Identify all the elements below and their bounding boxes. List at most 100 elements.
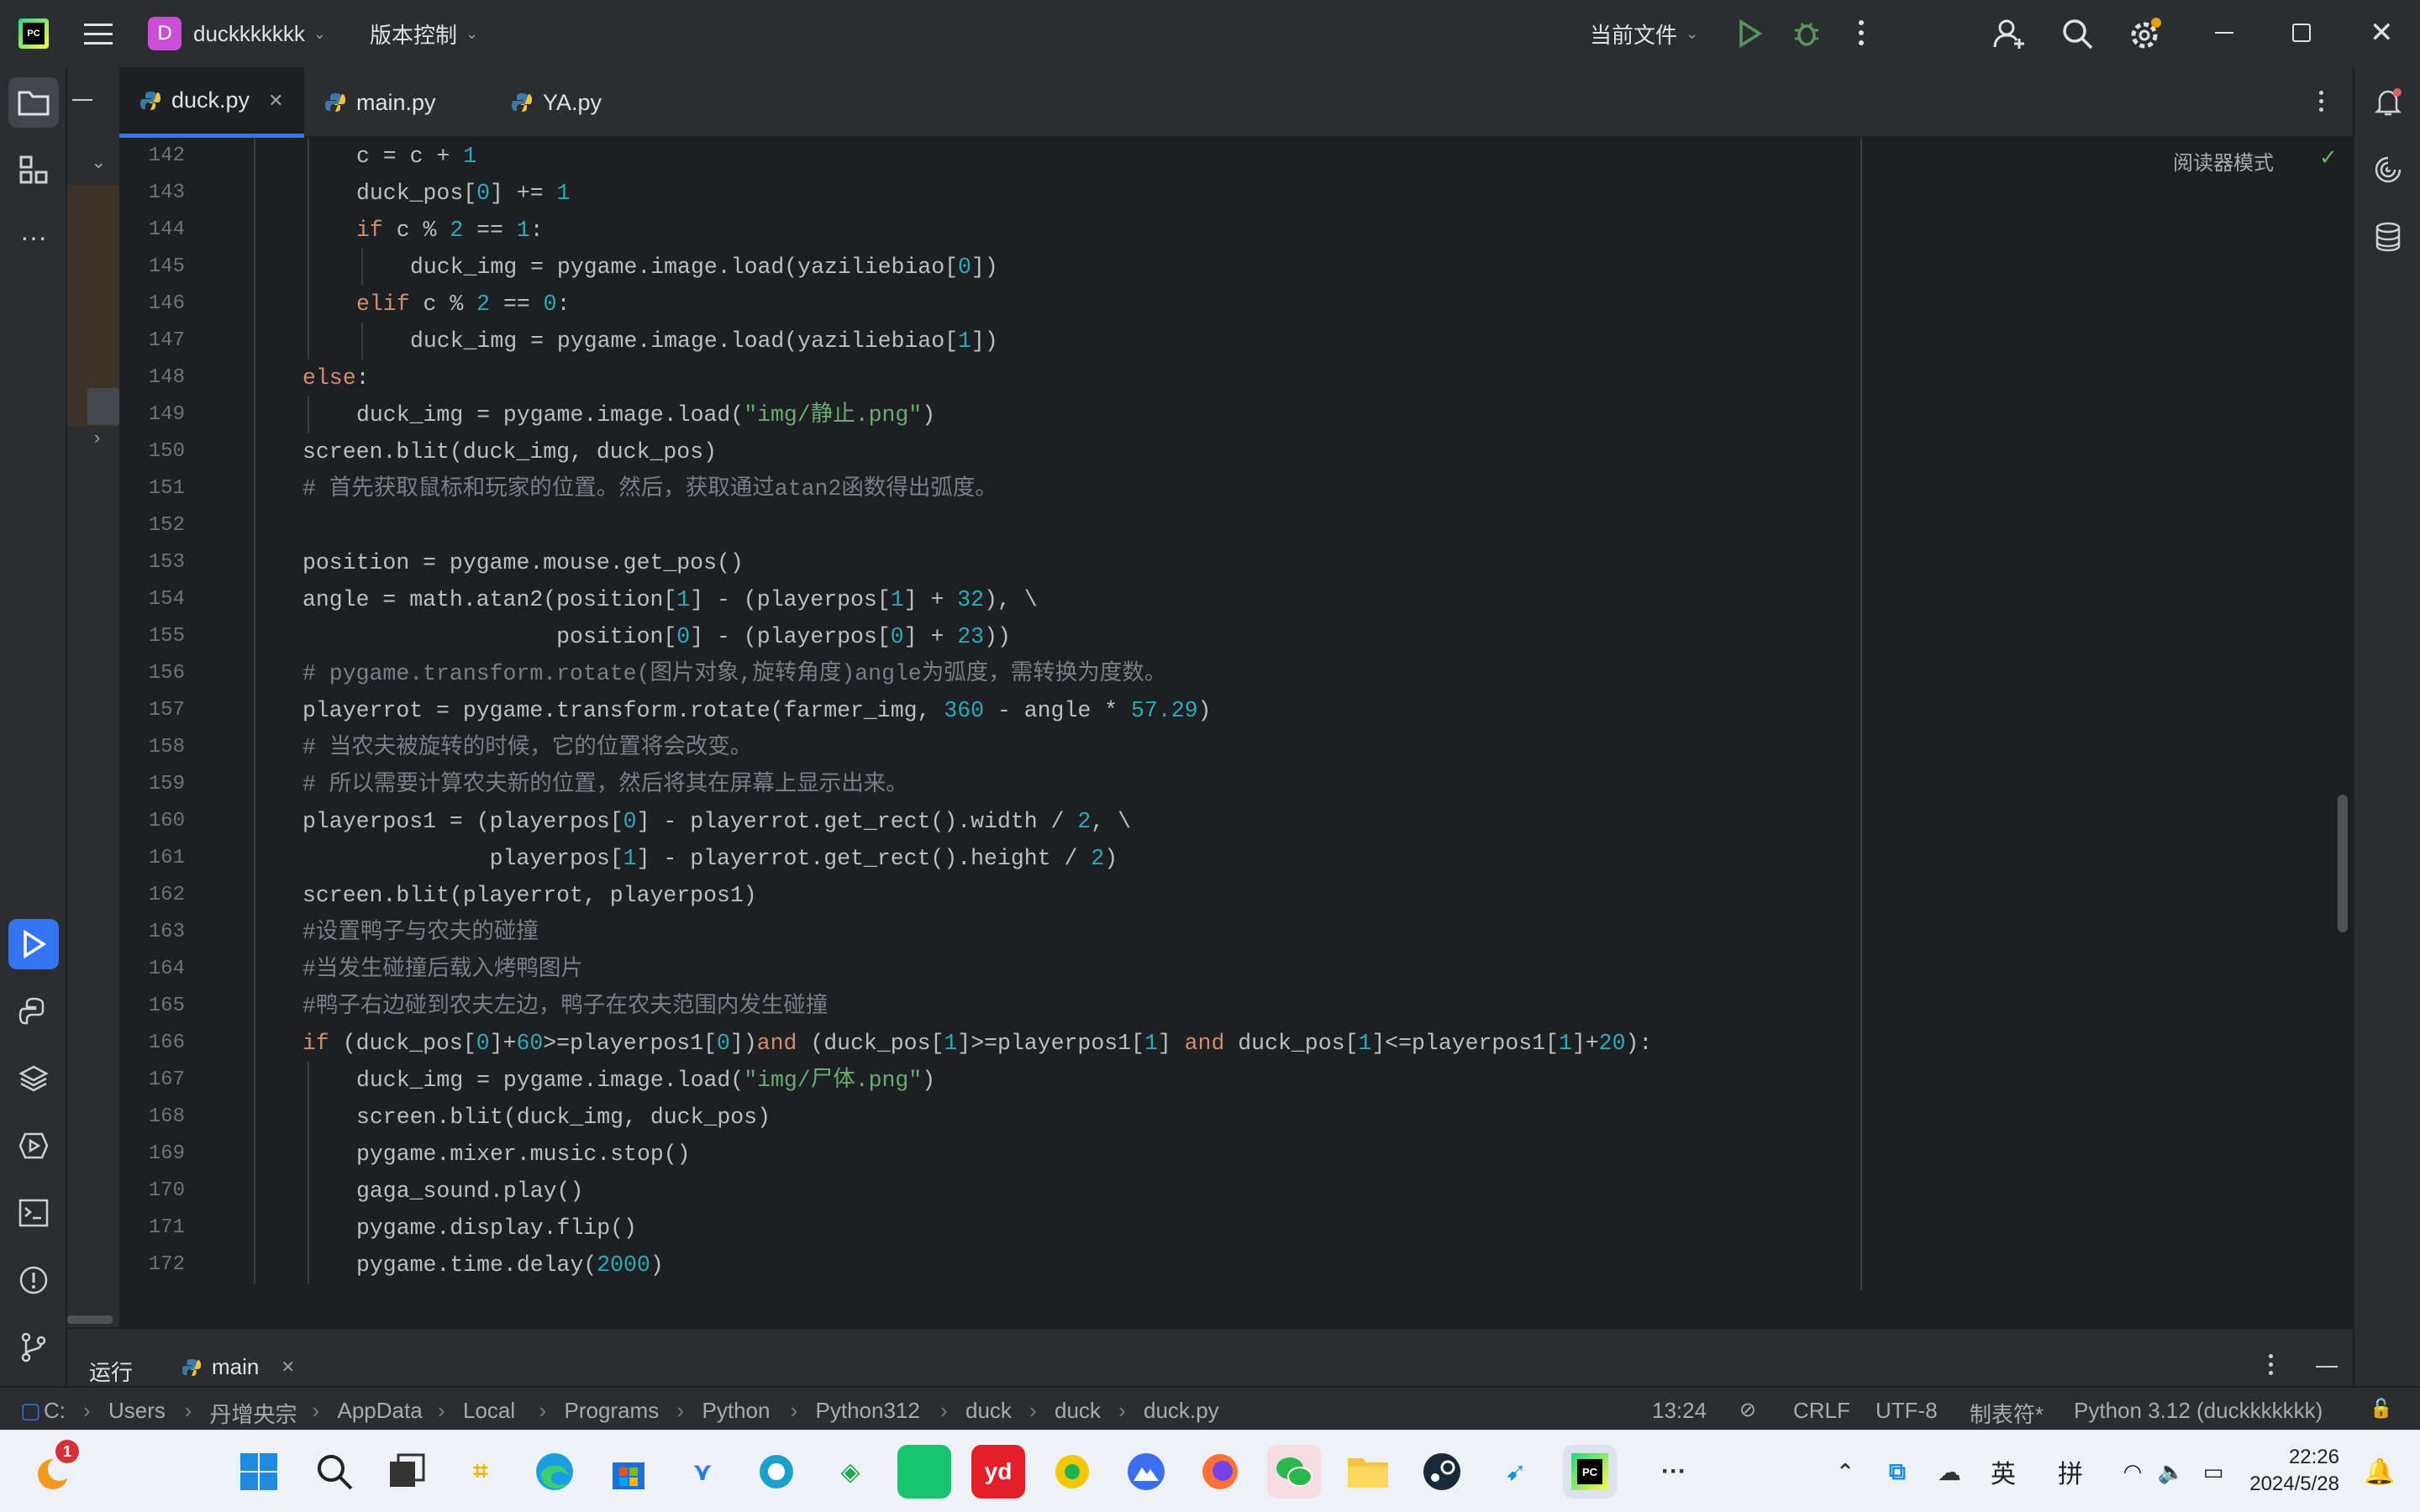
more-apps-icon[interactable]: ··· <box>1647 1445 1701 1499</box>
code-line[interactable]: playerrot = pygame.transform.rotate(farm… <box>302 692 1211 729</box>
lock-icon[interactable]: 🔓 <box>2370 1398 2392 1420</box>
debug-icon[interactable] <box>1791 18 1822 53</box>
run-icon[interactable] <box>1736 18 1763 53</box>
close-tab-icon[interactable]: ✕ <box>268 90 283 112</box>
code-line[interactable]: # 首先获取鼠标和玩家的位置。然后，获取通过atan2函数得出弧度。 <box>302 470 997 507</box>
run-tool-icon[interactable] <box>8 919 59 969</box>
breadcrumb-item[interactable]: duck <box>1055 1398 1101 1424</box>
code-line[interactable]: duck_img = pygame.image.load("img/尸体.png… <box>356 1062 935 1099</box>
pycharm-logo-icon[interactable]: PC <box>18 18 49 49</box>
no-problems-check-icon[interactable]: ✓ <box>2319 144 2338 171</box>
code-line[interactable]: # 所以需要计算农夫新的位置，然后将其在屏幕上显示出来。 <box>302 766 908 803</box>
pycharm-taskbar-icon[interactable]: PC <box>1563 1445 1617 1499</box>
breadcrumb-item[interactable]: AppData <box>338 1398 423 1424</box>
database-icon[interactable] <box>2363 212 2413 262</box>
breadcrumb-item[interactable]: duck.py <box>1144 1398 1219 1424</box>
panel-options-icon[interactable] <box>2269 1354 2275 1375</box>
settings-gear-icon[interactable] <box>2128 17 2163 56</box>
python-console-icon[interactable] <box>8 986 59 1037</box>
indent-setting[interactable]: 制表符* <box>1970 1398 2044 1429</box>
code-line[interactable]: position[0] - (playerpos[0] + 23)) <box>302 618 1011 655</box>
run-tab-main[interactable]: main ✕ <box>182 1354 295 1380</box>
code-line[interactable]: angle = math.atan2(position[1] - (player… <box>302 581 1038 618</box>
problems-icon[interactable] <box>8 1255 59 1305</box>
app-icon-blue[interactable]: ⋎ <box>676 1445 729 1499</box>
code-line[interactable]: #当发生碰撞后载入烤鸭图片 <box>302 951 583 988</box>
project-folder-icon[interactable] <box>8 77 59 128</box>
code-line[interactable]: if (duck_pos[0]+60>=playerpos1[0])and (d… <box>302 1025 1652 1062</box>
app-icon-mountain[interactable] <box>1119 1445 1173 1499</box>
chevron-right-icon[interactable]: › <box>94 427 100 449</box>
git-icon[interactable] <box>8 1322 59 1373</box>
code-line[interactable]: duck_img = pygame.image.load(yaziliebiao… <box>410 249 998 286</box>
project-widget[interactable]: D duckkkkkkk ⌄ <box>148 17 326 50</box>
files-app-icon[interactable]: ⌗ <box>454 1445 508 1499</box>
input-mode-en[interactable]: 英 <box>1976 1445 2030 1499</box>
code-area[interactable]: c = c + 1 duck_pos[0] += 1 if c % 2 == 1: d… <box>119 138 1859 1290</box>
notification-center-icon[interactable]: 🔔 <box>2353 1445 2407 1499</box>
line-separator[interactable]: CRLF <box>1793 1398 1850 1424</box>
terminal-icon[interactable] <box>8 1188 59 1238</box>
breadcrumb-item[interactable]: 丹增央宗 <box>210 1398 297 1429</box>
tab-main-py[interactable]: main.py <box>324 67 509 138</box>
code-line[interactable]: gaga_sound.play() <box>356 1173 583 1210</box>
app-icon-feather[interactable]: ➹ <box>1489 1445 1543 1499</box>
close-tab-icon[interactable]: ✕ <box>281 1357 295 1378</box>
run-config-selector[interactable]: 当前文件 ⌄ <box>1590 17 1698 50</box>
close-icon[interactable]: ✕ <box>2370 18 2394 47</box>
code-line[interactable]: duck_img = pygame.image.load(yaziliebiao… <box>410 323 998 360</box>
code-line[interactable]: pygame.mixer.music.stop() <box>356 1136 691 1173</box>
code-line[interactable]: screen.blit(duck_img, duck_pos) <box>302 433 717 470</box>
code-line[interactable]: pygame.display.flip() <box>356 1210 637 1247</box>
tray-app-icon[interactable]: ⧉ <box>1870 1445 1924 1499</box>
app-icon-mint[interactable] <box>897 1445 951 1499</box>
tab-duck-py[interactable]: duck.py ✕ <box>119 67 304 138</box>
start-windows-icon[interactable] <box>232 1445 286 1499</box>
more-actions-icon[interactable] <box>1859 20 1865 45</box>
tab-ya-py[interactable]: YA.py <box>511 67 662 138</box>
weather-widget-icon[interactable]: 1 <box>29 1440 82 1499</box>
youdao-icon[interactable]: yd <box>971 1445 1025 1499</box>
code-line[interactable]: c = c + 1 <box>356 138 476 175</box>
code-line[interactable]: # pygame.transform.rotate(图片对象,旋转角度)angl… <box>302 655 1166 692</box>
code-line[interactable]: screen.blit(playerrot, playerpos1) <box>302 877 757 914</box>
show-hidden-icons[interactable]: ⌃ <box>1818 1445 1872 1499</box>
tab-actions-icon[interactable] <box>2319 91 2326 112</box>
structure-icon[interactable] <box>8 144 59 195</box>
breadcrumb-item[interactable]: C: <box>44 1398 66 1424</box>
input-mode-pinyin[interactable]: 拼 <box>2044 1445 2097 1499</box>
horizontal-scrollbar[interactable] <box>67 1315 113 1324</box>
file-explorer-icon[interactable] <box>1341 1445 1395 1499</box>
onedrive-icon[interactable]: ☁ <box>1923 1445 1976 1499</box>
music-app-icon[interactable] <box>1045 1445 1099 1499</box>
code-line[interactable]: else: <box>302 360 370 396</box>
code-editor[interactable]: 142 143 144 145 146 147 148 149 150 151 152 153 154 1… <box>119 138 2353 1290</box>
breadcrumb-item[interactable]: duck <box>965 1398 1012 1424</box>
services-icon[interactable] <box>8 1121 59 1171</box>
vcs-widget[interactable]: 版本控制 ⌄ <box>370 17 478 50</box>
restore-icon[interactable] <box>2292 24 2311 42</box>
edge-browser-icon[interactable] <box>528 1445 581 1499</box>
battery-icon[interactable]: ▭ <box>2186 1445 2240 1499</box>
hide-panel-icon[interactable] <box>2316 1366 2338 1368</box>
code-line[interactable]: pygame.time.delay(2000) <box>356 1247 664 1284</box>
search-icon[interactable] <box>308 1445 361 1499</box>
reader-mode-toggle[interactable]: 阅读器模式 <box>2173 146 2274 176</box>
code-line[interactable]: screen.blit(duck_img, duck_pos) <box>356 1099 771 1136</box>
breadcrumb-item[interactable]: Python <box>702 1398 771 1424</box>
code-line[interactable]: playerpos1 = (playerpos[0] - playerrot.g… <box>302 803 1131 840</box>
app-icon-teal[interactable] <box>750 1445 803 1499</box>
code-line[interactable]: position = pygame.mouse.get_pos() <box>302 544 744 581</box>
chevron-down-icon[interactable]: ⌄ <box>91 151 106 173</box>
breadcrumb-item[interactable]: Local <box>463 1398 515 1424</box>
notifications-bell-icon[interactable] <box>2363 77 2413 128</box>
code-line[interactable]: playerpos[1] - playerrot.get_rect().heig… <box>302 840 1118 877</box>
firefox-icon[interactable] <box>1193 1445 1247 1499</box>
steam-icon[interactable] <box>1415 1445 1469 1499</box>
breadcrumb-item[interactable]: Programs <box>565 1398 660 1424</box>
microsoft-store-icon[interactable] <box>602 1445 655 1499</box>
more-tools-icon[interactable]: ··· <box>8 212 59 262</box>
python-packages-icon[interactable] <box>8 1053 59 1104</box>
task-view-icon[interactable] <box>380 1445 434 1499</box>
code-line[interactable]: if c % 2 == 1: <box>356 212 544 249</box>
